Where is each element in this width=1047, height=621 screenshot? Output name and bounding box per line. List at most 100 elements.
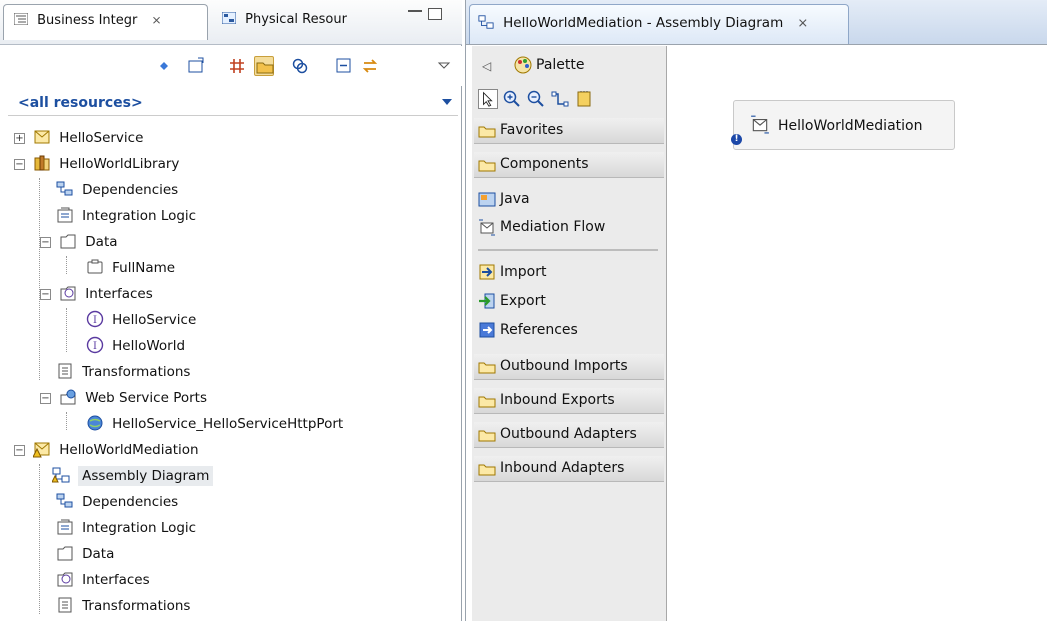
select-arrow-icon[interactable] bbox=[478, 89, 498, 109]
folder-icon bbox=[478, 160, 496, 172]
palette-entry-import[interactable]: Import bbox=[474, 259, 664, 285]
zoom-in-icon[interactable] bbox=[502, 89, 522, 109]
assembly-diagram-icon bbox=[52, 467, 70, 483]
resource-filter-label: <all resources> bbox=[18, 95, 143, 111]
tab-physical-resources[interactable]: Physical Resour bbox=[212, 4, 382, 40]
transformations-icon bbox=[58, 363, 72, 379]
drawer-favorites[interactable]: Favorites bbox=[474, 118, 664, 144]
tree-item-helloworld-interface[interactable]: I HelloWorld bbox=[86, 336, 185, 360]
tree-item-transformations[interactable]: Transformations bbox=[56, 362, 190, 386]
tab-business-integration[interactable]: Business Integr ⨯ bbox=[3, 4, 208, 40]
palette-title: Palette bbox=[536, 57, 585, 73]
tree-item-web-service-ports[interactable]: − Web Service Ports bbox=[40, 388, 207, 412]
tree-item-fullname[interactable]: FullName bbox=[86, 258, 175, 282]
module-icon bbox=[34, 130, 50, 144]
mediation-component-node[interactable]: HelloWorldMediation ! bbox=[731, 100, 955, 150]
physical-resources-icon bbox=[222, 12, 236, 24]
palette-entry-java[interactable]: Java bbox=[474, 186, 664, 212]
folder-icon bbox=[478, 430, 496, 442]
window-controls bbox=[402, 8, 452, 26]
tree-item-helloservice-interface[interactable]: I HelloService bbox=[86, 310, 196, 334]
tab-label: Physical Resour bbox=[245, 12, 347, 27]
interface-folder-icon bbox=[57, 572, 73, 587]
note-icon[interactable] bbox=[574, 89, 594, 109]
view-menu-icon[interactable] bbox=[434, 56, 454, 76]
tree-item-assembly-diagram[interactable]: Assembly Diagram bbox=[52, 466, 214, 490]
mediation-flow-icon bbox=[479, 219, 495, 236]
sync-arrows-icon[interactable] bbox=[360, 56, 380, 76]
zoom-out-icon[interactable] bbox=[526, 89, 546, 109]
maximize-icon[interactable] bbox=[428, 8, 442, 20]
tree-item-helloworldmediation[interactable]: − HelloWorldMediation bbox=[14, 440, 199, 464]
diagram-canvas[interactable]: HelloWorldMediation ! bbox=[668, 46, 1047, 621]
export-icon bbox=[479, 293, 495, 309]
import-icon bbox=[479, 264, 495, 280]
folder-icon bbox=[478, 362, 496, 374]
palette-entry-references[interactable]: References bbox=[474, 317, 664, 343]
tree-item-interfaces[interactable]: − Interfaces bbox=[40, 284, 153, 308]
collapse-palette-icon[interactable]: ◁ bbox=[482, 59, 491, 73]
collapse-icon[interactable]: − bbox=[40, 393, 51, 404]
close-icon[interactable]: ⨯ bbox=[152, 13, 162, 27]
tree-item-data[interactable]: − Data bbox=[40, 232, 118, 256]
left-tabbar: Business Integr ⨯ Physical Resour bbox=[0, 0, 462, 45]
tree-item-dependencies[interactable]: Dependencies bbox=[56, 180, 178, 204]
drawer-inbound-exports[interactable]: Inbound Exports bbox=[474, 388, 664, 414]
collapse-all-icon[interactable] bbox=[334, 56, 354, 76]
interface-icon: I bbox=[86, 310, 104, 328]
data-folder-icon bbox=[60, 234, 76, 249]
web-service-folder-icon bbox=[60, 389, 76, 405]
tab-label: Business Integr bbox=[37, 13, 138, 28]
drawer-outbound-adapters[interactable]: Outbound Adapters bbox=[474, 422, 664, 448]
business-integration-icon bbox=[14, 13, 28, 25]
palette-toolbar bbox=[474, 86, 664, 114]
collapse-icon[interactable]: − bbox=[40, 237, 51, 248]
project-tree: + HelloService − HelloWorldLibrary Depen… bbox=[0, 126, 462, 621]
expand-icon[interactable]: + bbox=[14, 133, 25, 144]
tree-item-data[interactable]: Data bbox=[56, 544, 114, 568]
tree-item-integration-logic[interactable]: Integration Logic bbox=[56, 206, 196, 230]
tree-item-helloservice-project[interactable]: + HelloService bbox=[14, 128, 143, 152]
tab-assembly-diagram[interactable]: HelloWorldMediation - Assembly Diagram ⨯ bbox=[469, 4, 849, 44]
palette-header: ◁ Palette bbox=[472, 46, 667, 84]
tree-item-helloworldlibrary[interactable]: − HelloWorldLibrary bbox=[14, 154, 179, 178]
mediation-flow-icon bbox=[751, 115, 769, 134]
business-integration-view: Business Integr ⨯ Physical Resour <all r… bbox=[0, 0, 462, 621]
minimize-icon[interactable] bbox=[408, 10, 422, 12]
view-toolbar bbox=[0, 46, 462, 86]
wire-icon[interactable] bbox=[550, 89, 570, 109]
collapse-icon[interactable]: − bbox=[14, 445, 25, 456]
tree-item-dependencies[interactable]: Dependencies bbox=[56, 492, 178, 516]
open-folder-icon[interactable] bbox=[254, 56, 274, 76]
tree-item-transformations[interactable]: Transformations bbox=[56, 596, 190, 620]
transformations-icon bbox=[58, 597, 72, 613]
new-module-icon[interactable] bbox=[186, 56, 206, 76]
tree-item-interfaces[interactable]: Interfaces bbox=[56, 570, 150, 594]
interface-icon: I bbox=[86, 336, 104, 354]
link-icon[interactable] bbox=[290, 56, 310, 76]
grid-icon[interactable] bbox=[227, 56, 247, 76]
tree-item-integration-logic[interactable]: Integration Logic bbox=[56, 518, 196, 542]
folder-icon bbox=[478, 396, 496, 408]
svg-text:I: I bbox=[93, 341, 97, 352]
dependencies-icon bbox=[56, 181, 73, 196]
close-icon[interactable]: ⨯ bbox=[797, 16, 808, 31]
tree-item-http-port[interactable]: HelloService_HelloServiceHttpPort bbox=[86, 414, 343, 438]
java-component-icon bbox=[478, 192, 496, 207]
data-folder-icon bbox=[57, 546, 73, 561]
svg-text:I: I bbox=[93, 315, 97, 326]
resource-filter-dropdown[interactable]: <all resources> bbox=[8, 92, 458, 116]
drawer-outbound-imports[interactable]: Outbound Imports bbox=[474, 354, 664, 380]
collapse-icon[interactable]: − bbox=[14, 159, 25, 170]
palette-entry-mediation-flow[interactable]: Mediation Flow bbox=[474, 214, 664, 240]
drawer-components[interactable]: Components bbox=[474, 152, 664, 178]
library-icon bbox=[34, 155, 50, 171]
assembly-diagram-icon bbox=[478, 15, 494, 29]
collapse-icon[interactable]: − bbox=[40, 289, 51, 300]
palette-entry-export[interactable]: Export bbox=[474, 288, 664, 314]
business-object-icon bbox=[87, 259, 103, 274]
globe-icon bbox=[87, 415, 103, 431]
diamond-icon[interactable] bbox=[154, 56, 174, 76]
assembly-diagram-editor: HelloWorldMediation - Assembly Diagram ⨯… bbox=[465, 0, 1047, 621]
drawer-inbound-adapters[interactable]: Inbound Adapters bbox=[474, 456, 664, 482]
